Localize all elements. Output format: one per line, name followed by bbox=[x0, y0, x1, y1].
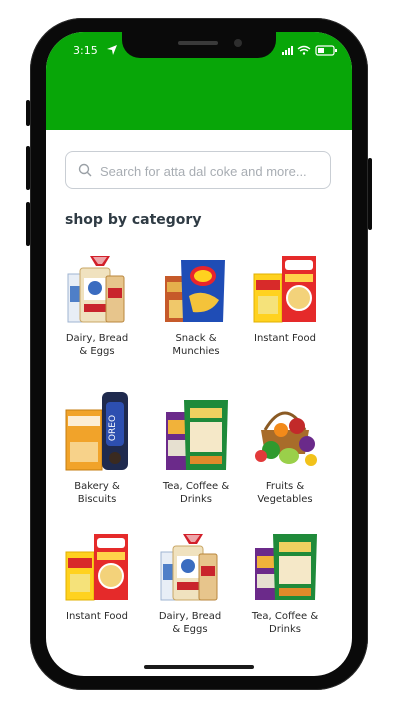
dairy-bread-eggs-image bbox=[67, 256, 125, 323]
instant-food-image bbox=[253, 256, 316, 323]
silent-switch bbox=[26, 100, 30, 126]
wifi-icon bbox=[297, 45, 311, 55]
search-bar[interactable] bbox=[65, 151, 331, 189]
category-label: Tea, Coffee & Drinks bbox=[162, 481, 230, 505]
fruits-vegetables-image bbox=[255, 411, 317, 466]
category-tile[interactable]: Instant Food bbox=[49, 530, 145, 623]
category-label: Instant Food bbox=[254, 333, 316, 344]
svg-text:OREO: OREO bbox=[108, 415, 118, 441]
snack-munchies-image bbox=[165, 260, 225, 322]
phone-frame: 3:15 Search for atta dal coke and more..… bbox=[26, 18, 372, 690]
category-tile[interactable]: Dairy, Bread & Eggs bbox=[49, 252, 145, 358]
category-label: Instant Food bbox=[66, 611, 128, 622]
category-label: Fruits & Vegetables bbox=[257, 481, 313, 505]
category-tile[interactable]: Fruits & Vegetables bbox=[237, 390, 333, 506]
category-tile[interactable]: OREO Bakery & Biscuits bbox=[49, 390, 145, 506]
volume-down-button bbox=[26, 202, 30, 246]
search-input[interactable] bbox=[98, 160, 328, 182]
dairy-bread-eggs-image bbox=[160, 534, 218, 601]
app-header: 3:15 bbox=[46, 32, 352, 130]
category-tile[interactable]: Tea, Coffee & Drinks bbox=[237, 530, 333, 636]
category-label: Bakery & Biscuits bbox=[74, 481, 120, 505]
category-label: Dairy, Bread & Eggs bbox=[158, 611, 222, 635]
category-tile[interactable]: Snack & Munchies bbox=[148, 252, 244, 358]
tea-coffee-drinks-image bbox=[255, 534, 317, 600]
power-button bbox=[368, 158, 372, 230]
tea-coffee-drinks-image bbox=[166, 400, 228, 470]
location-arrow-icon bbox=[107, 45, 117, 55]
home-indicator[interactable] bbox=[144, 665, 254, 669]
category-label: Dairy, Bread & Eggs bbox=[65, 333, 129, 357]
battery-icon bbox=[315, 45, 337, 56]
speaker bbox=[178, 41, 218, 45]
category-tile[interactable]: Instant Food bbox=[237, 252, 333, 345]
volume-up-button bbox=[26, 146, 30, 190]
bakery-biscuits-image: OREO bbox=[65, 392, 128, 471]
front-camera bbox=[234, 39, 242, 47]
section-title: shop by category bbox=[65, 212, 202, 228]
category-label: Tea, Coffee & Drinks bbox=[251, 611, 319, 635]
category-tile[interactable]: Tea, Coffee & Drinks bbox=[148, 390, 244, 506]
status-icons bbox=[282, 45, 337, 56]
category-tile[interactable]: Dairy, Bread & Eggs bbox=[142, 530, 238, 636]
search-icon bbox=[78, 163, 92, 177]
notch bbox=[122, 32, 276, 58]
signal-icon bbox=[282, 46, 293, 55]
category-label: Snack & Munchies bbox=[172, 333, 220, 357]
instant-food-image bbox=[65, 534, 128, 601]
status-time: 3:15 bbox=[73, 44, 98, 57]
app-screen: 3:15 Search for atta dal coke and more..… bbox=[46, 32, 352, 676]
